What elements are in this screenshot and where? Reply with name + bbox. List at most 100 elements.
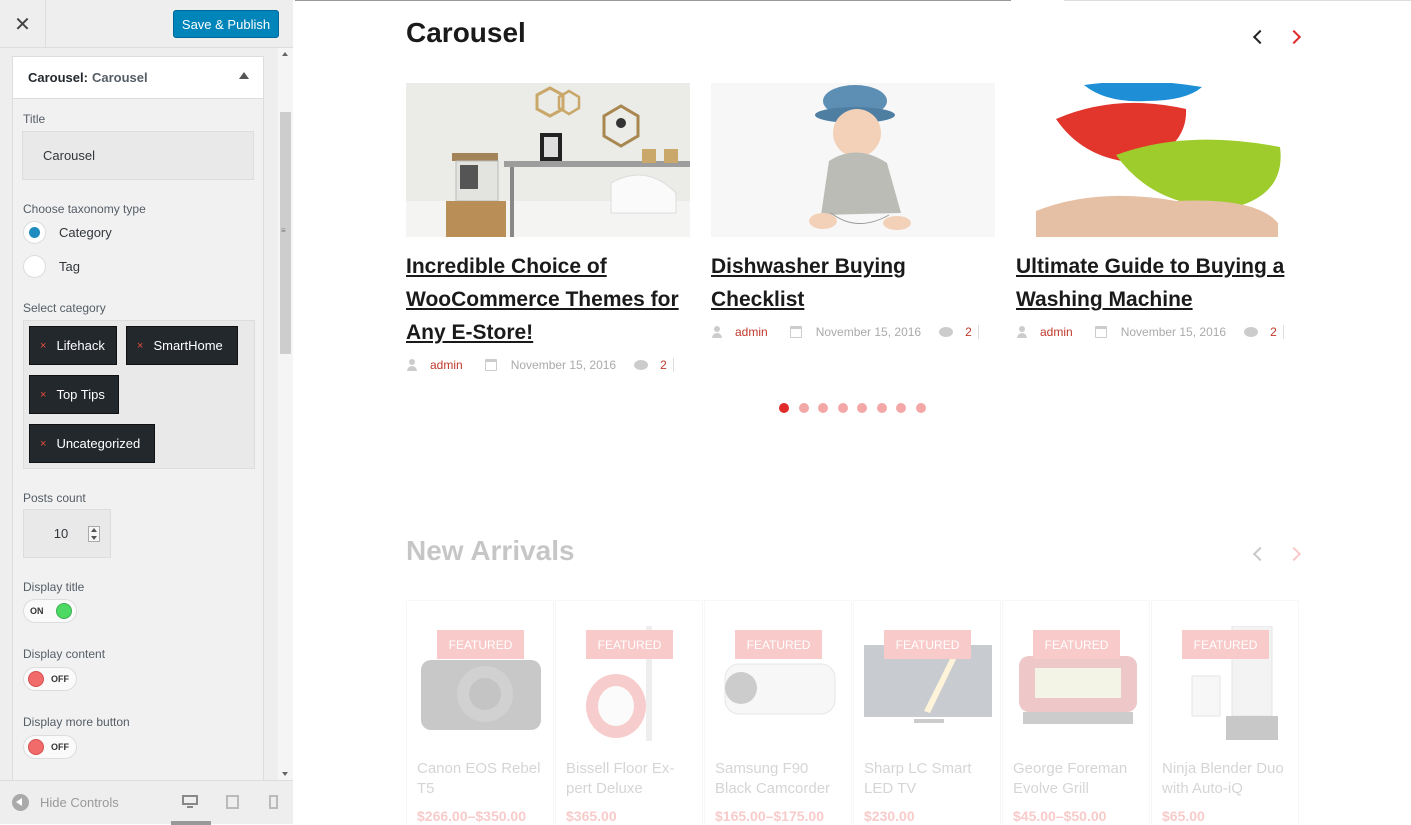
- carousel-dot[interactable]: [798, 403, 809, 413]
- radio-tag[interactable]: Tag: [23, 255, 80, 278]
- preview-top-border: [295, 0, 1011, 1]
- customizer-sidebar: ✕ Save & Publish Carousel: Carousel Titl…: [0, 0, 293, 825]
- toggle-state: OFF: [51, 742, 69, 752]
- category-chip[interactable]: × SmartHome: [126, 326, 238, 365]
- post-card: Ultimate Guide to Buying a Washing Machi…: [1016, 83, 1300, 339]
- posts-count-input[interactable]: 10: [23, 509, 111, 558]
- post-date: November 15, 2016: [815, 325, 922, 339]
- category-chip-label: Top Tips: [56, 387, 105, 402]
- post-image-office[interactable]: [406, 83, 690, 237]
- category-chip-label: Uncategorized: [56, 436, 141, 451]
- radio-off-icon[interactable]: [23, 255, 46, 278]
- category-chip[interactable]: × Top Tips: [29, 375, 119, 414]
- carousel-next-icon[interactable]: [1286, 29, 1302, 45]
- carousel-dot[interactable]: [896, 403, 906, 413]
- carousel-pagination: [779, 403, 935, 413]
- post-image-pillows[interactable]: [1016, 83, 1300, 237]
- carousel-dot[interactable]: [779, 403, 789, 413]
- product-card[interactable]: FEATURED Canon EOS Rebel T5 $266.00–$350…: [406, 600, 554, 824]
- post-card: Incredible Choice of WooCommerce Themes …: [406, 83, 690, 372]
- post-title[interactable]: Incredible Choice of WooCommerce Themes …: [406, 250, 690, 349]
- toggle-knob-icon: [28, 739, 44, 755]
- active-device-indicator: [171, 821, 211, 825]
- featured-badge: FEATURED: [437, 630, 524, 659]
- display-more-toggle[interactable]: OFF: [23, 735, 77, 759]
- post-image-baby[interactable]: [711, 83, 995, 237]
- post-title[interactable]: Ultimate Guide to Buying a Washing Machi…: [1016, 250, 1300, 316]
- product-name[interactable]: George Foreman Evolve Grill: [1013, 759, 1143, 799]
- category-chip[interactable]: × Uncategorized: [29, 424, 155, 463]
- post-author[interactable]: admin: [735, 325, 768, 339]
- product-card[interactable]: FEATURED Samsung F90 Black Camcorder $16…: [704, 600, 852, 824]
- comment-icon: [634, 360, 649, 370]
- radio-category[interactable]: Category: [23, 221, 112, 244]
- scroll-down-icon[interactable]: [282, 772, 288, 776]
- product-price: $266.00–$350.00: [417, 808, 526, 824]
- product-card[interactable]: FEATURED Ninja Blender Duo with Auto-iQ …: [1151, 600, 1299, 824]
- post-meta: admin November 15, 2016 2: [406, 358, 690, 372]
- remove-icon[interactable]: ×: [40, 438, 46, 450]
- remove-icon[interactable]: ×: [40, 389, 46, 401]
- remove-icon[interactable]: ×: [137, 340, 143, 352]
- panel-scrollbar[interactable]: ≡: [278, 48, 293, 780]
- post-meta: admin November 15, 2016 2: [711, 325, 995, 339]
- display-title-toggle[interactable]: ON: [23, 599, 77, 623]
- widget-header[interactable]: Carousel: Carousel: [13, 57, 263, 99]
- comment-count[interactable]: 2: [660, 358, 674, 372]
- hide-controls-button[interactable]: Hide Controls: [12, 794, 119, 811]
- product-name[interactable]: Sharp LC Smart LED TV: [864, 759, 994, 799]
- product-price: $45.00–$50.00: [1013, 808, 1107, 824]
- toggle-knob-icon: [28, 671, 44, 687]
- carousel-dot[interactable]: [876, 403, 887, 413]
- radio-tag-label: Tag: [59, 259, 80, 274]
- mobile-preview-icon[interactable]: [266, 795, 282, 809]
- desktop-preview-icon[interactable]: [182, 795, 198, 809]
- product-card[interactable]: FEATURED Sharp LC Smart LED TV $230.00: [853, 600, 1001, 824]
- toggle-knob-icon: [56, 603, 72, 619]
- post-author[interactable]: admin: [1040, 325, 1073, 339]
- comment-count[interactable]: 2: [965, 325, 979, 339]
- category-chip-label: SmartHome: [153, 338, 223, 353]
- category-select[interactable]: × Lifehack × SmartHome × Top Tips × Unca…: [23, 320, 255, 469]
- carousel-prev-icon[interactable]: [1252, 29, 1268, 45]
- customizer-header: ✕ Save & Publish: [0, 0, 293, 48]
- radio-on-icon[interactable]: [23, 221, 46, 244]
- product-card[interactable]: FEATURED Bissell Floor Ex-pert Deluxe $3…: [555, 600, 703, 824]
- product-price: $65.00: [1162, 808, 1205, 824]
- title-input[interactable]: Carousel: [22, 131, 254, 180]
- product-price: $165.00–$175.00: [715, 808, 824, 824]
- remove-icon[interactable]: ×: [40, 340, 46, 352]
- carousel-dot[interactable]: [837, 403, 848, 413]
- tablet-preview-icon[interactable]: [225, 795, 241, 809]
- posts-count-label: Posts count: [23, 491, 86, 505]
- post-author[interactable]: admin: [430, 358, 463, 372]
- product-name[interactable]: Bissell Floor Ex-pert Deluxe: [566, 759, 696, 799]
- display-content-label: Display content: [23, 647, 106, 661]
- comment-count[interactable]: 2: [1270, 325, 1284, 339]
- close-button[interactable]: ✕: [0, 0, 46, 48]
- post-title[interactable]: Dishwasher Buying Checklist: [711, 250, 995, 316]
- hide-controls-label: Hide Controls: [40, 795, 119, 810]
- arrivals-next-icon[interactable]: [1286, 546, 1302, 562]
- category-chip-label: Lifehack: [56, 338, 105, 353]
- product-name[interactable]: Samsung F90 Black Camcorder: [715, 759, 845, 799]
- collapse-arrow-icon[interactable]: [239, 72, 249, 79]
- category-chip[interactable]: × Lifehack: [29, 326, 117, 365]
- product-card[interactable]: FEATURED George Foreman Evolve Grill $45…: [1002, 600, 1150, 824]
- carousel-dot[interactable]: [857, 403, 867, 413]
- save-publish-button[interactable]: Save & Publish: [173, 10, 279, 38]
- display-content-toggle[interactable]: OFF: [23, 667, 77, 691]
- carousel-dot[interactable]: [915, 403, 926, 413]
- spinner-arrows-icon[interactable]: [88, 526, 100, 542]
- product-name[interactable]: Canon EOS Rebel T5: [417, 759, 547, 799]
- toggle-state: ON: [30, 606, 44, 616]
- author-icon: [406, 359, 418, 371]
- posts-count-value: 10: [53, 526, 69, 541]
- scroll-up-icon[interactable]: [282, 52, 288, 56]
- product-name[interactable]: Ninja Blender Duo with Auto-iQ: [1162, 759, 1292, 799]
- carousel-dot[interactable]: [818, 403, 828, 413]
- post-meta: admin November 15, 2016 2: [1016, 325, 1300, 339]
- arrivals-prev-icon[interactable]: [1252, 546, 1268, 562]
- display-title-label: Display title: [23, 580, 85, 594]
- grip-icon: ≡: [281, 226, 286, 235]
